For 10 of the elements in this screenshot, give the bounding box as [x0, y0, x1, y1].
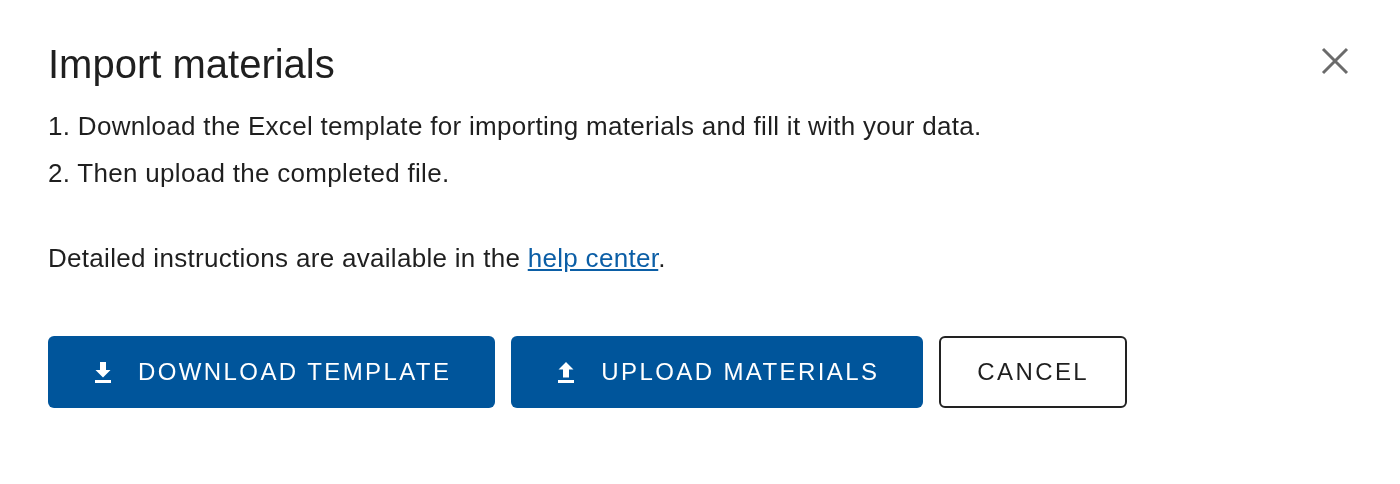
- help-text: Detailed instructions are available in the help center.: [48, 242, 667, 275]
- download-icon: [92, 360, 114, 384]
- help-center-link[interactable]: help center: [527, 243, 659, 273]
- cancel-button[interactable]: CANCEL: [939, 336, 1128, 408]
- dialog-title: Import materials: [48, 41, 335, 88]
- upload-button[interactable]: UPLOAD MATERIALS: [511, 336, 924, 408]
- instruction-step: 2. Then upload the completed file.: [48, 155, 1352, 191]
- close-icon: [1320, 46, 1350, 76]
- instruction-step: 1. Download the Excel template for importing materials and fill it with your data.: [48, 108, 1352, 144]
- download-button[interactable]: DOWNLOAD TEMPLATE: [48, 336, 496, 408]
